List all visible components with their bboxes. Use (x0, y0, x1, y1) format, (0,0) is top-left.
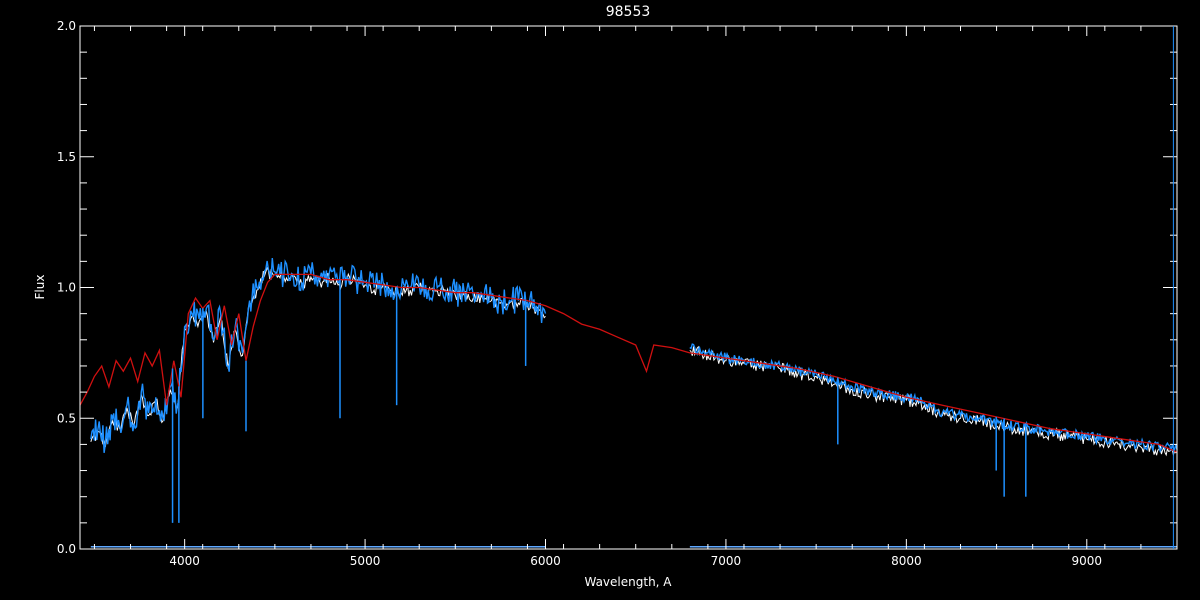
x-tick-label: 5000 (350, 554, 381, 568)
y-tick-label: 1.0 (57, 281, 76, 295)
x-tick-label: 4000 (169, 554, 200, 568)
y-tick-label: 2.0 (57, 19, 76, 33)
x-tick-label: 6000 (530, 554, 561, 568)
x-tick-label: 8000 (891, 554, 922, 568)
x-tick-label: 7000 (711, 554, 742, 568)
y-tick-label: 0.0 (57, 542, 76, 556)
spectrum-chart: 98553 Wavelength, A Flux 4000 5000 6000 700… (0, 0, 1200, 600)
chart-title: 98553 (606, 4, 651, 20)
y-tick-label: 1.5 (57, 150, 76, 164)
y-tick-label: 0.5 (57, 411, 76, 425)
x-tick-label: 9000 (1072, 554, 1103, 568)
x-axis-label: Wavelength, A (584, 575, 672, 589)
y-axis-label: Flux (33, 275, 47, 300)
chart-background (0, 0, 1200, 600)
